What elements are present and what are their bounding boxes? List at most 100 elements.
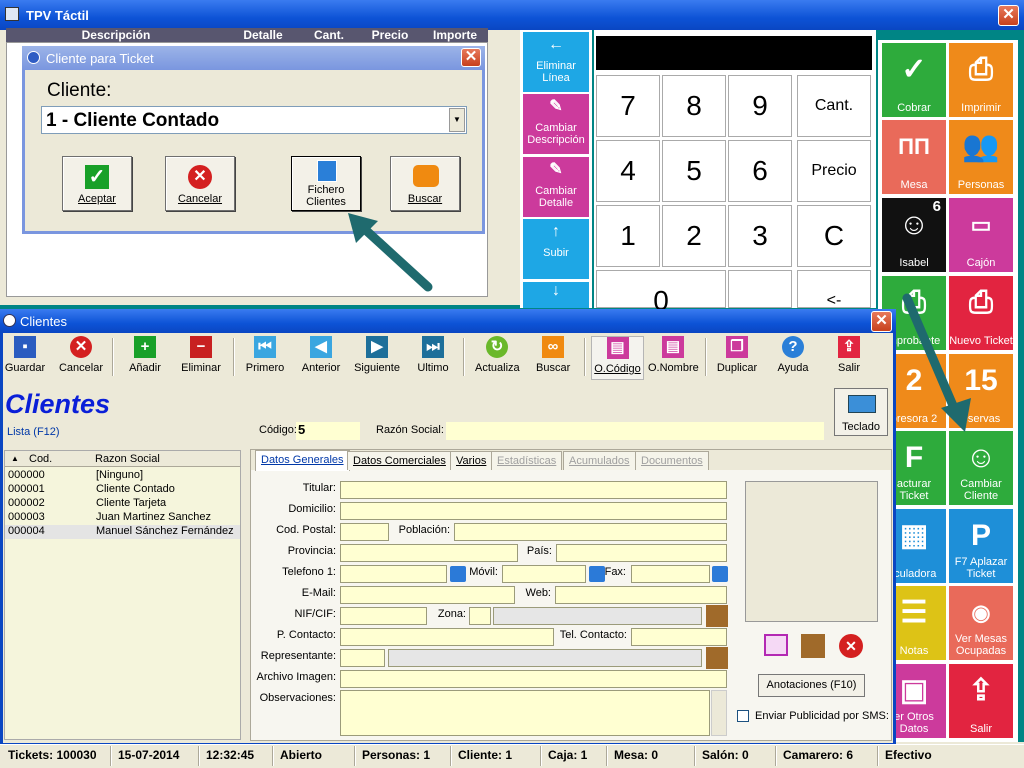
tab-acumulados[interactable]: Acumulados <box>563 451 636 470</box>
tab-estadisticas[interactable]: Estadísticas <box>491 451 563 470</box>
titular-field[interactable] <box>340 481 727 499</box>
guardar-button[interactable]: ▪ Guardar <box>3 336 47 380</box>
ver-mesas-tile[interactable]: ◉ Ver Mesas Ocupadas <box>949 586 1013 660</box>
email-field[interactable] <box>340 586 515 604</box>
fax-field[interactable] <box>631 565 710 583</box>
list-item[interactable]: 000003 Juan Martinez Sanchez <box>5 511 240 525</box>
cajon-tile[interactable]: ▭ Cajón <box>949 198 1013 272</box>
aplazar-ticket-tile[interactable]: P F7 Aplazar Ticket <box>949 509 1013 583</box>
movil-field[interactable] <box>502 565 586 583</box>
fichero-clientes-button[interactable]: Fichero Clientes <box>291 156 361 211</box>
p-contacto-field[interactable] <box>340 628 554 646</box>
cobrar-tile[interactable]: ✓ Cobrar <box>882 43 946 117</box>
key-0[interactable]: 0 <box>596 270 726 316</box>
ayuda-button[interactable]: ? Ayuda <box>776 336 810 380</box>
ordenar-nombre-button[interactable]: ▤ O.Nombre <box>648 336 699 380</box>
key-7[interactable]: 7 <box>596 75 660 137</box>
key-8[interactable]: 8 <box>662 75 726 137</box>
mesa-tile[interactable]: ΠΠ Mesa <box>882 120 946 194</box>
ordenar-codigo-button[interactable]: ▤ O.Código <box>591 336 644 380</box>
key-2[interactable]: 2 <box>662 205 726 267</box>
tab-documentos[interactable]: Documentos <box>635 451 709 470</box>
cliente-select[interactable]: 1 - Cliente Contado ▼ <box>41 106 467 134</box>
sms-icon[interactable] <box>450 566 466 582</box>
domicilio-field[interactable] <box>340 502 727 520</box>
file-cabinet-icon <box>317 160 337 182</box>
cancelar-button[interactable]: ✕ Cancelar <box>165 156 235 211</box>
tab-varios[interactable]: Varios <box>450 451 493 470</box>
list-item[interactable]: 000001 Cliente Contado <box>5 483 240 497</box>
key-6[interactable]: 6 <box>728 140 792 202</box>
telefono-field[interactable] <box>340 565 447 583</box>
buscar-button[interactable]: Buscar <box>390 156 460 211</box>
actualiza-button[interactable]: ↻ Actualiza <box>475 336 520 380</box>
codigo-field[interactable]: 5 <box>296 422 360 440</box>
zona-code-field[interactable] <box>469 607 491 625</box>
aceptar-button[interactable]: ✓ Aceptar <box>62 156 132 211</box>
anadir-button[interactable]: + Añadir <box>125 336 165 380</box>
main-close-button[interactable]: ✕ <box>998 5 1019 26</box>
search-icon[interactable] <box>706 647 728 669</box>
list-item[interactable]: 000004 Manuel Sánchez Fernández <box>5 525 240 539</box>
sms-icon[interactable] <box>712 566 728 582</box>
salir-toolbar-button[interactable]: ⇪ Salir <box>834 336 864 380</box>
personas-tile[interactable]: 👥 Personas <box>949 120 1013 194</box>
lista-f12-label[interactable]: Lista (F12) <box>7 426 60 438</box>
cod-postal-field[interactable] <box>340 523 389 541</box>
cambiar-cliente-tile[interactable]: ☺ Cambiar Cliente <box>949 431 1013 505</box>
provincia-field[interactable] <box>340 544 518 562</box>
camarero-tile[interactable]: 6 ☺ Isabel <box>882 198 946 272</box>
tab-datos-comerciales[interactable]: Datos Comerciales <box>347 451 452 470</box>
list-item[interactable]: 000002 Cliente Tarjeta <box>5 497 240 511</box>
clientes-close-button[interactable]: ✕ <box>871 311 892 332</box>
publicidad-checkbox[interactable] <box>737 710 749 722</box>
tab-datos-generales[interactable]: Datos Generales <box>255 450 350 471</box>
web-field[interactable] <box>555 586 727 604</box>
archivo-imagen-field[interactable] <box>340 670 727 688</box>
representante-code-field[interactable] <box>340 649 385 667</box>
eliminar-button[interactable]: − Eliminar <box>180 336 222 380</box>
key-precio[interactable]: Precio <box>797 140 871 202</box>
duplicar-button[interactable]: ❐ Duplicar <box>716 336 758 380</box>
cambiar-detalle-button[interactable]: ✎ Cambiar Detalle <box>523 157 589 217</box>
client-image-box <box>745 481 878 622</box>
ultimo-button[interactable]: ⏭ Ultimo <box>416 336 450 380</box>
pais-field[interactable] <box>556 544 727 562</box>
imprimir-tile[interactable]: ⎙ Imprimir <box>949 43 1013 117</box>
key-clear[interactable]: C <box>797 205 871 267</box>
key-1[interactable]: 1 <box>596 205 660 267</box>
razon-social-field[interactable] <box>446 422 824 440</box>
folder-icon[interactable] <box>764 634 788 656</box>
sms-icon[interactable] <box>589 566 605 582</box>
chevron-down-icon[interactable]: ▼ <box>449 108 465 132</box>
delete-icon[interactable]: ✕ <box>839 634 863 658</box>
key-3[interactable]: 3 <box>728 205 792 267</box>
search-icon[interactable] <box>801 634 825 658</box>
search-icon[interactable] <box>706 605 728 627</box>
key-9[interactable]: 9 <box>728 75 792 137</box>
eliminar-linea-button[interactable]: ← Eliminar Línea <box>523 32 589 92</box>
poblacion-field[interactable] <box>454 523 727 541</box>
nif-field[interactable] <box>340 607 427 625</box>
key-backspace[interactable]: <- <box>797 270 871 309</box>
observaciones-scrollbar[interactable] <box>711 690 727 736</box>
buscar-toolbar-button[interactable]: ∞ Buscar <box>536 336 570 380</box>
cambiar-descripcion-button[interactable]: ✎ Cambiar Descripción <box>523 94 589 154</box>
subir-button[interactable]: ↑ Subir <box>523 219 589 279</box>
cancelar-toolbar-button[interactable]: ✕ Cancelar <box>58 336 104 380</box>
key-5[interactable]: 5 <box>662 140 726 202</box>
anotaciones-button[interactable]: Anotaciones (F10) <box>758 674 865 697</box>
tel-contacto-field[interactable] <box>631 628 727 646</box>
key-cant[interactable]: Cant. <box>797 75 871 137</box>
teclado-button[interactable]: Teclado <box>834 388 888 436</box>
key-4[interactable]: 4 <box>596 140 660 202</box>
salir-tile[interactable]: ⇪ Salir <box>949 664 1013 738</box>
anterior-button[interactable]: ◀ Anterior <box>300 336 342 380</box>
list-item[interactable]: 000000 [Ninguno] <box>5 469 240 483</box>
primero-button[interactable]: ⏮ Primero <box>245 336 285 380</box>
key-empty[interactable] <box>728 270 792 308</box>
observaciones-field[interactable] <box>340 690 710 736</box>
bajar-button[interactable]: ↓ <box>523 282 589 308</box>
dialog-close-button[interactable]: ✕ <box>461 48 481 67</box>
siguiente-button[interactable]: ▶ Siguiente <box>354 336 400 380</box>
